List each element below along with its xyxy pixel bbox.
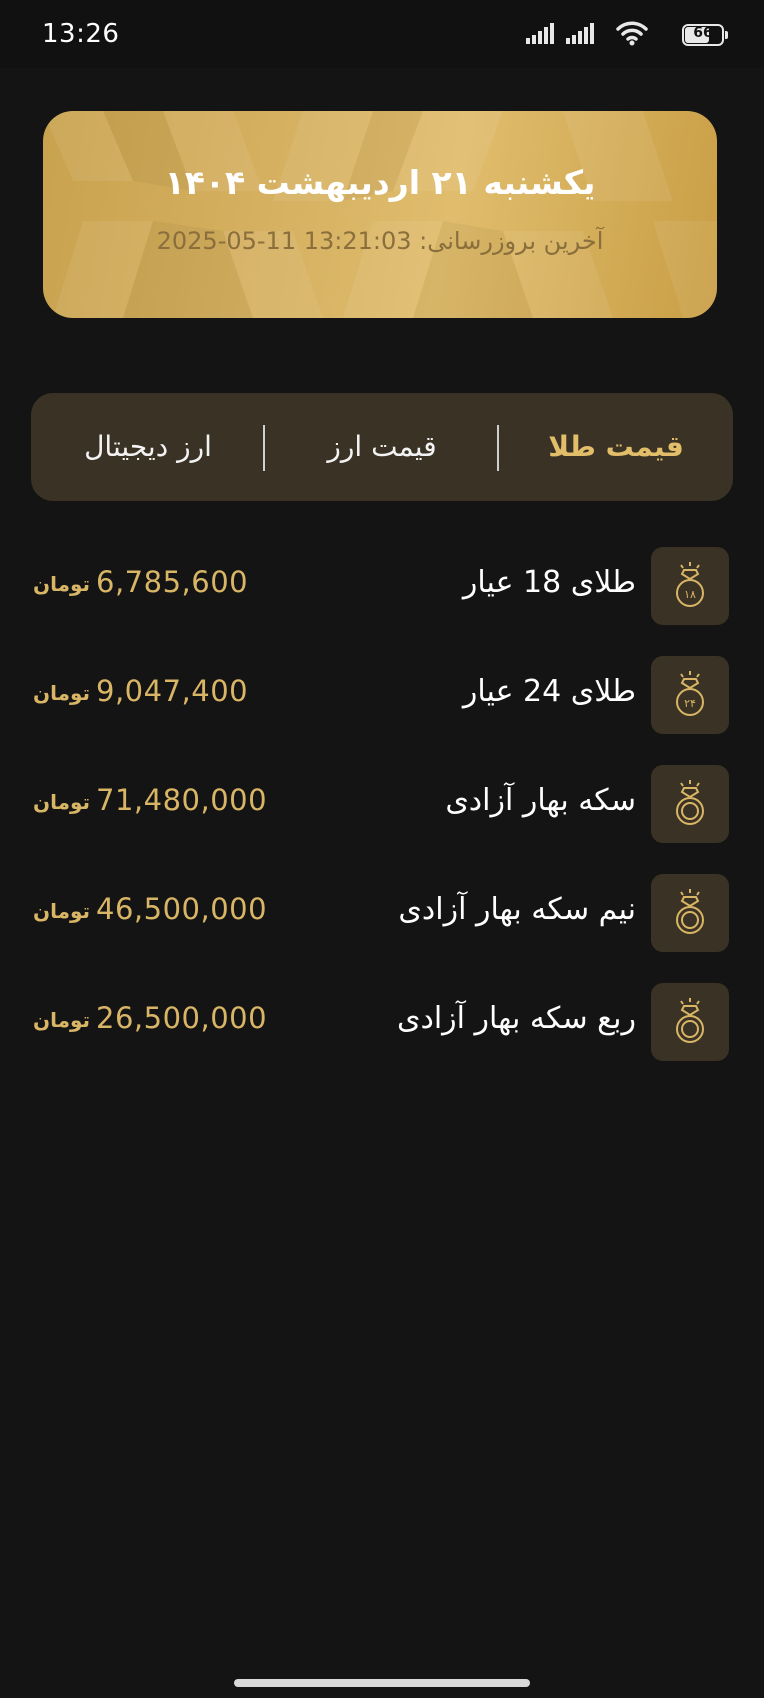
item-name: طلای 18 عیار <box>462 565 636 600</box>
battery-icon: 66 <box>682 24 728 46</box>
currency-label: تومان <box>33 790 91 814</box>
list-item[interactable]: ربع سکه بهار آزادی تومان 26,500,000 <box>0 983 764 1061</box>
home-indicator[interactable] <box>234 1679 530 1687</box>
list-item[interactable]: ۱۸ طلای 18 عیار تومان 6,785,600 <box>0 547 764 625</box>
price-value: 6,785,600 <box>96 565 249 599</box>
app-screen: 13:26 66 یکشنبه ۲۱ اردیبهشت ۱۴۰۴ آخرین ب… <box>0 0 764 1698</box>
item-name: سکه بهار آزادی <box>445 783 636 818</box>
category-tabs: قیمت طلا قیمت ارز ارز دیجیتال <box>31 393 733 501</box>
diamond-ring-icon <box>651 983 729 1061</box>
battery-level: 66 <box>693 25 713 41</box>
diamond-ring-icon <box>651 874 729 952</box>
tab-currency-price[interactable]: قیمت ارز <box>265 393 499 501</box>
price-value: 26,500,000 <box>96 1001 268 1035</box>
list-item[interactable]: ۲۴ طلای 24 عیار تومان 9,047,400 <box>0 656 764 734</box>
list-item[interactable]: سکه بهار آزادی تومان 71,480,000 <box>0 765 764 843</box>
price-value: 46,500,000 <box>96 892 268 926</box>
tab-crypto[interactable]: ارز دیجیتال <box>31 393 265 501</box>
item-price: تومان 26,500,000 <box>33 1001 267 1035</box>
item-name: طلای 24 عیار <box>462 674 636 709</box>
diamond-ring-icon <box>651 765 729 843</box>
price-value: 71,480,000 <box>96 783 268 817</box>
signal-icon <box>526 23 554 44</box>
list-item[interactable]: نیم سکه بهار آزادی تومان 46,500,000 <box>0 874 764 952</box>
date-card: یکشنبه ۲۱ اردیبهشت ۱۴۰۴ آخرین بروزرسانی:… <box>43 111 717 318</box>
currency-label: تومان <box>33 1008 91 1032</box>
item-price: تومان 6,785,600 <box>33 565 248 599</box>
item-name: ربع سکه بهار آزادی <box>396 1001 636 1036</box>
date-title: یکشنبه ۲۱ اردیبهشت ۱۴۰۴ <box>164 163 596 202</box>
signal-icon <box>566 23 594 44</box>
currency-label: تومان <box>33 899 91 923</box>
item-price: تومان 9,047,400 <box>33 674 248 708</box>
price-value: 9,047,400 <box>96 674 249 708</box>
gold-ring-24-icon: ۲۴ <box>651 656 729 734</box>
status-time: 13:26 <box>42 19 120 49</box>
currency-label: تومان <box>33 572 91 596</box>
card-pattern <box>43 111 717 318</box>
currency-label: تومان <box>33 681 91 705</box>
wifi-icon <box>616 21 648 46</box>
last-update: آخرین بروزرسانی: 2025-05-11 13:21:03 <box>43 227 717 255</box>
last-update-label: آخرین بروزرسانی: <box>419 227 604 255</box>
gold-ring-18-icon: ۱۸ <box>651 547 729 625</box>
item-price: تومان 71,480,000 <box>33 783 267 817</box>
status-bar: 13:26 66 <box>0 0 764 68</box>
last-update-value: 2025-05-11 13:21:03 <box>156 227 412 255</box>
ring-badge: ۲۴ <box>684 697 696 710</box>
item-price: تومان 46,500,000 <box>33 892 267 926</box>
item-name: نیم سکه بهار آزادی <box>398 892 636 927</box>
ring-badge: ۱۸ <box>684 588 696 601</box>
tab-gold-price[interactable]: قیمت طلا <box>499 393 733 501</box>
